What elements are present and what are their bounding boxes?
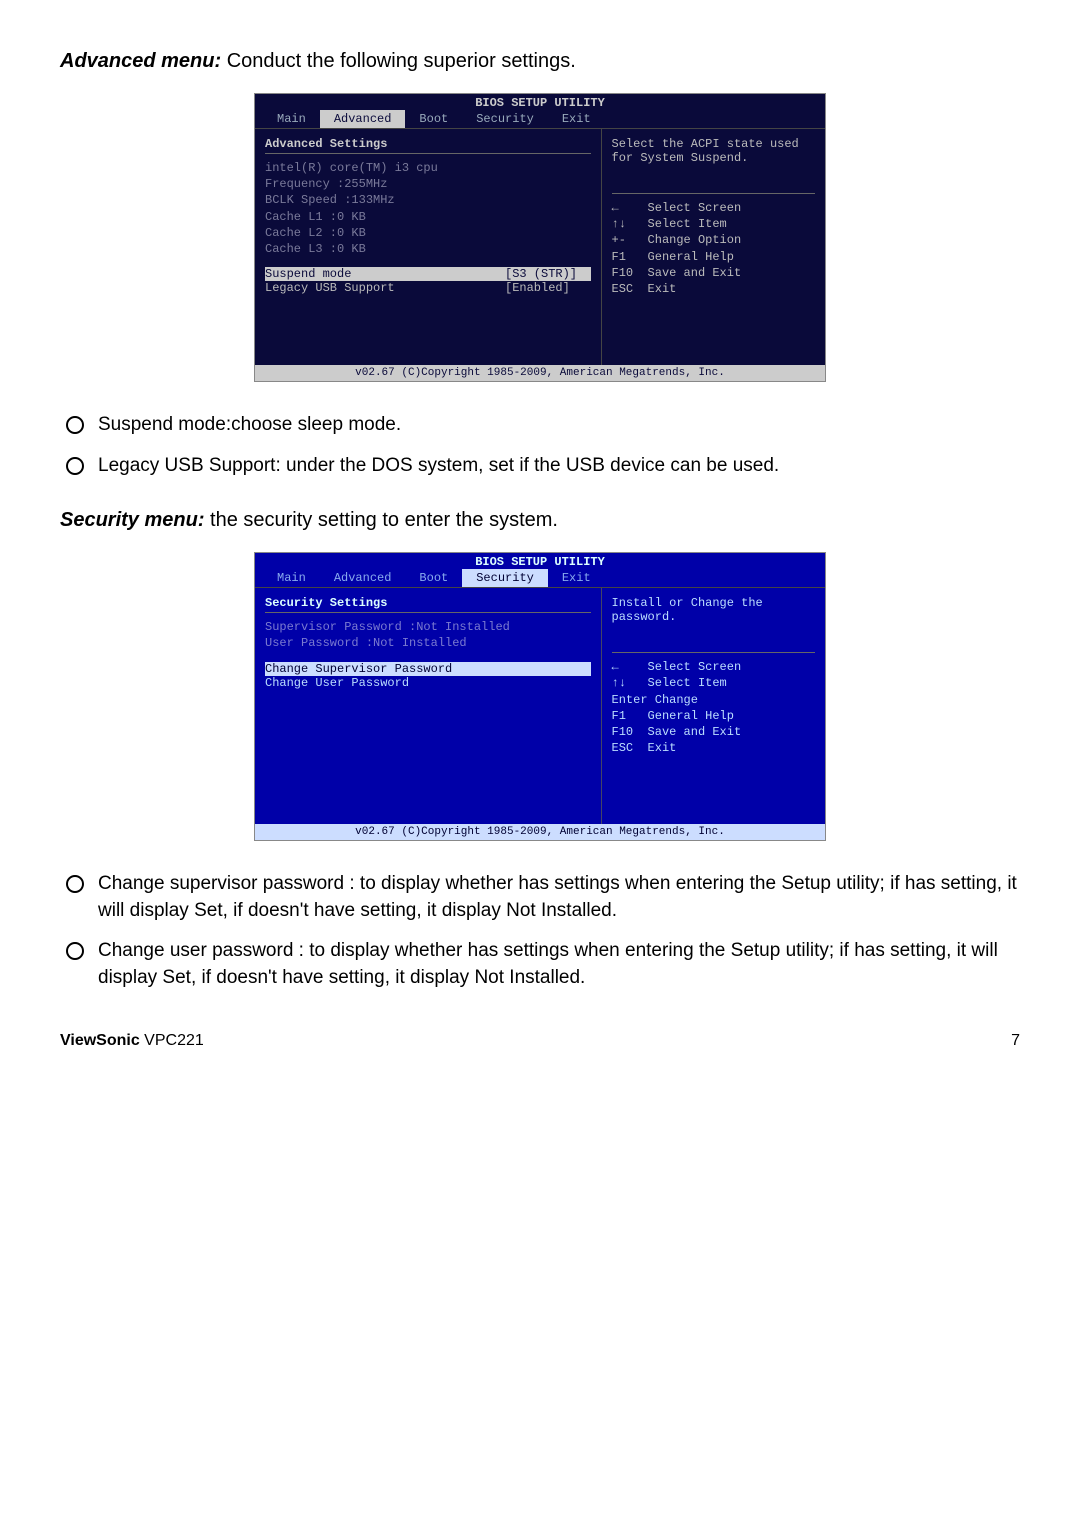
bios2-tab-main: Main (263, 569, 320, 587)
bullet2-text1: Change user password : to display whethe… (98, 938, 1020, 991)
bios2-info-1: User Password :Not Installed (265, 635, 591, 651)
bios1-row0-label: Suspend mode (265, 267, 505, 281)
bios2-row1-label: Change User Password (265, 676, 505, 690)
bios1-tabs: Main Advanced Boot Security Exit (255, 110, 825, 129)
footer-brand-bold: ViewSonic (60, 1032, 140, 1049)
bios1-footer: v02.67 (C)Copyright 1985-2009, American … (255, 365, 825, 381)
bios1-info-3: Cache L1 :0 KB (265, 209, 591, 225)
bios2-keys: ← Select Screen ↑↓ Select Item Enter Cha… (612, 659, 815, 756)
bios1-info-2: BCLK Speed :133MHz (265, 192, 591, 208)
bios2-tab-advanced: Advanced (320, 569, 406, 587)
bios1-row1-label: Legacy USB Support (265, 281, 505, 295)
bios2-row0-label: Change Supervisor Password (265, 662, 505, 676)
advanced-menu-heading: Advanced menu: Conduct the following sup… (60, 50, 1020, 73)
bios-security-screenshot: BIOS SETUP UTILITY Main Advanced Boot Se… (254, 552, 826, 841)
bullets-advanced: Suspend mode:choose sleep mode. Legacy U… (60, 412, 1020, 479)
bullet-change-supervisor: Change supervisor password : to display … (60, 871, 1020, 924)
bullet1-text1: Legacy USB Support: under the DOS system… (98, 453, 1020, 480)
bios-advanced-screenshot: BIOS SETUP UTILITY Main Advanced Boot Se… (254, 93, 826, 382)
bios1-tab-main: Main (263, 110, 320, 128)
bios1-row0-value: [S3 (STR)] (505, 267, 577, 281)
bios1-help: Select the ACPI state used for System Su… (612, 137, 815, 165)
bios1-info-0: intel(R) core(TM) i3 cpu (265, 160, 591, 176)
security-menu-desc: the security setting to enter the system… (204, 509, 558, 531)
bullet-suspend-mode: Suspend mode:choose sleep mode. (60, 412, 1020, 439)
bios2-row-supervisor: Change Supervisor Password (265, 662, 591, 676)
bios1-tab-exit: Exit (548, 110, 605, 128)
advanced-menu-label: Advanced menu: (60, 50, 221, 72)
divider (265, 153, 591, 154)
bios1-row-suspend: Suspend mode [S3 (STR)] (265, 267, 591, 281)
bios1-tab-advanced: Advanced (320, 110, 406, 128)
bios2-tabs: Main Advanced Boot Security Exit (255, 569, 825, 588)
bios2-tab-exit: Exit (548, 569, 605, 587)
bios1-row1-value: [Enabled] (505, 281, 570, 295)
bios2-footer: v02.67 (C)Copyright 1985-2009, American … (255, 824, 825, 840)
bullet2-text0: Change supervisor password : to display … (98, 871, 1020, 924)
footer-page: 7 (1011, 1032, 1020, 1050)
bios1-row-legacy: Legacy USB Support [Enabled] (265, 281, 591, 295)
bios2-section: Security Settings (265, 596, 591, 610)
bullet-icon (66, 416, 84, 434)
bios2-tab-security: Security (462, 569, 548, 587)
bios1-info-5: Cache L3 :0 KB (265, 241, 591, 257)
bullet-change-user: Change user password : to display whethe… (60, 938, 1020, 991)
advanced-menu-desc: Conduct the following superior settings. (221, 50, 576, 72)
bios1-keys: ← Select Screen ↑↓ Select Item +- Change… (612, 200, 815, 297)
security-menu-heading: Security menu: the security setting to e… (60, 509, 1020, 532)
bios2-help: Install or Change the password. (612, 596, 815, 624)
bullet1-text0: Suspend mode:choose sleep mode. (98, 412, 1020, 439)
bios2-title: BIOS SETUP UTILITY (255, 553, 825, 569)
bios2-row-user: Change User Password (265, 676, 591, 690)
security-menu-label: Security menu: (60, 509, 204, 531)
divider (612, 652, 815, 653)
bios1-tab-boot: Boot (405, 110, 462, 128)
divider (612, 193, 815, 194)
divider (265, 612, 591, 613)
bios1-title: BIOS SETUP UTILITY (255, 94, 825, 110)
bios1-tab-security: Security (462, 110, 548, 128)
bios2-info-0: Supervisor Password :Not Installed (265, 619, 591, 635)
bullets-security: Change supervisor password : to display … (60, 871, 1020, 991)
footer-brand: ViewSonic VPC221 (60, 1032, 204, 1050)
bios1-section: Advanced Settings (265, 137, 591, 151)
bullet-icon (66, 875, 84, 893)
bios1-info-1: Frequency :255MHz (265, 176, 591, 192)
bullet-icon (66, 457, 84, 475)
bullet-legacy-usb: Legacy USB Support: under the DOS system… (60, 453, 1020, 480)
bios2-tab-boot: Boot (405, 569, 462, 587)
footer-brand-rest: VPC221 (140, 1032, 204, 1049)
bios2-info: Supervisor Password :Not Installed User … (265, 619, 591, 651)
bios1-info-4: Cache L2 :0 KB (265, 225, 591, 241)
bios1-info: intel(R) core(TM) i3 cpu Frequency :255M… (265, 160, 591, 257)
bullet-icon (66, 942, 84, 960)
page-footer: ViewSonic VPC221 7 (60, 1032, 1020, 1050)
